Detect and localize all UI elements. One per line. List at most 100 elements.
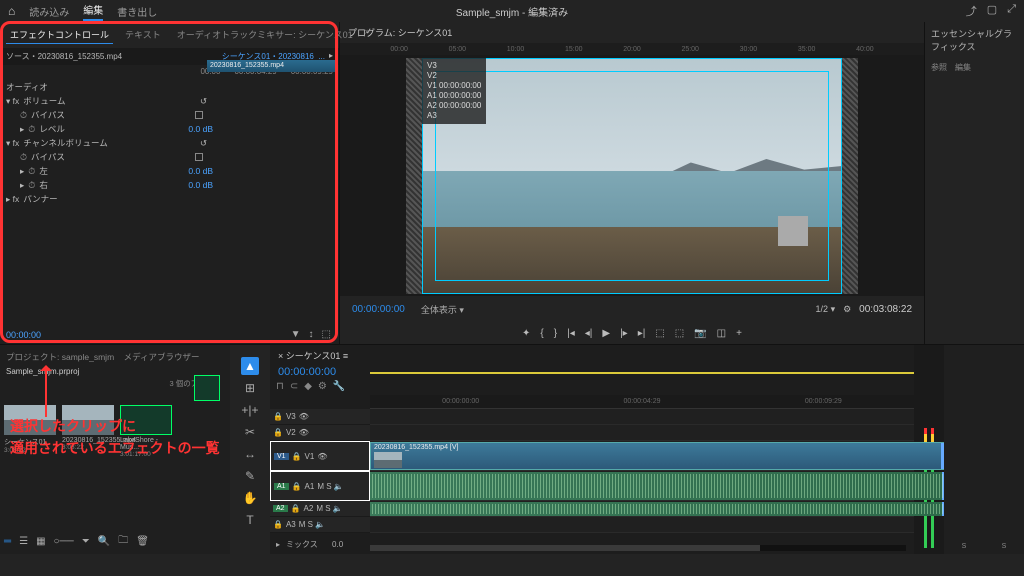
timeline-sequence-name[interactable]: × シーケンス01 ≡ bbox=[278, 349, 348, 362]
lane-v2[interactable] bbox=[370, 425, 914, 441]
linked-sel-icon[interactable]: ⊂ bbox=[290, 381, 298, 392]
mix-value[interactable]: 0.0 bbox=[332, 540, 343, 549]
annotation-text: 選択したクリップに 適用されているエフェクトの一覧 bbox=[10, 415, 220, 460]
track-head-v2[interactable]: 🔒 V2 👁 bbox=[270, 425, 370, 441]
pen-tool-icon[interactable]: ✎ bbox=[241, 467, 259, 485]
fullscreen-icon[interactable]: ⤢ bbox=[1007, 3, 1016, 19]
audio-clip-a2[interactable] bbox=[370, 502, 950, 516]
freeform-icon[interactable]: ▦ bbox=[36, 536, 45, 547]
settings-icon[interactable]: ⚙ bbox=[843, 304, 851, 315]
new-item-icon[interactable]: ═ bbox=[4, 536, 11, 547]
workspace-export[interactable]: 書き出し bbox=[117, 4, 157, 19]
ripple-tool-icon[interactable]: +|+ bbox=[241, 401, 259, 419]
list-view-icon[interactable]: ☰ bbox=[19, 536, 28, 547]
subtab-edit[interactable]: 編集 bbox=[955, 62, 971, 73]
tab-effect-controls[interactable]: エフェクトコントロール bbox=[6, 26, 113, 44]
type-tool-icon[interactable]: T bbox=[241, 511, 259, 529]
timeline-ruler[interactable]: 00:00:00:0000:00:04:2900:00:09:29 bbox=[370, 395, 914, 409]
snap-icon[interactable]: ⊓ bbox=[276, 381, 284, 392]
timeline-playhead-tc[interactable]: 00:00:00:00 bbox=[278, 366, 336, 378]
home-icon[interactable]: ⌂ bbox=[8, 4, 15, 18]
chanvol-bypass[interactable]: ⏱バイパス bbox=[0, 150, 339, 164]
comparison-icon[interactable]: ◫ bbox=[717, 328, 726, 339]
lane-a3[interactable] bbox=[370, 517, 914, 533]
solo-right[interactable]: S bbox=[1002, 543, 1007, 550]
mark-in-icon[interactable]: { bbox=[540, 328, 543, 339]
lane-v1[interactable]: 20230816_152355.mp4 [V] bbox=[370, 441, 914, 471]
work-area-bar[interactable] bbox=[370, 372, 914, 374]
workspace-import[interactable]: 読み込み bbox=[29, 4, 69, 19]
play-icon[interactable]: ▶ bbox=[602, 328, 610, 339]
sort-icon[interactable]: ⏷ bbox=[82, 536, 90, 547]
export-frame-icon[interactable]: 📷 bbox=[694, 328, 706, 339]
zoom-slider[interactable]: ○── bbox=[54, 536, 74, 547]
hand-tool-icon[interactable]: ✋ bbox=[241, 489, 259, 507]
workspace-icon[interactable]: ▢ bbox=[987, 3, 997, 19]
tab-program-monitor[interactable]: プログラム: シーケンス01 bbox=[348, 28, 452, 38]
volume-bypass[interactable]: ⏱バイパス bbox=[0, 108, 339, 122]
program-ruler[interactable]: 00:0005:0010:0015:0020:0025:0030:0035:00… bbox=[340, 43, 924, 55]
volume-level[interactable]: ▸ ⏱レベル0.0 dB bbox=[0, 122, 339, 136]
effect-panner[interactable]: ▸ fx パンナー bbox=[0, 192, 339, 206]
lane-a1[interactable] bbox=[370, 471, 914, 501]
step-back-icon[interactable]: ◂| bbox=[585, 328, 593, 339]
audio-dropzone-icon[interactable] bbox=[194, 375, 220, 401]
track-head-a3[interactable]: 🔒 A3 M S 🔈 bbox=[270, 517, 370, 533]
effect-channel-volume[interactable]: ▾ fx チャンネルボリューム↺ bbox=[0, 136, 339, 150]
audio-clip-a1[interactable] bbox=[370, 472, 950, 500]
tab-essential-graphics[interactable]: エッセンシャルグラフィックス bbox=[925, 22, 1024, 58]
slip-tool-icon[interactable]: ↔ bbox=[241, 445, 259, 463]
program-monitor-canvas[interactable]: V3V2V1 00:00:00:00A1 00:00:00:00A2 00:00… bbox=[422, 58, 842, 294]
export-icon[interactable]: ⬚ bbox=[322, 329, 331, 340]
lift-icon[interactable]: ⬚ bbox=[655, 328, 664, 339]
panel-menu-icon[interactable]: » bbox=[365, 26, 370, 44]
effect-volume[interactable]: ▾ fx ボリューム↺ bbox=[0, 94, 339, 108]
track-head-a2[interactable]: A2 🔒 A2 M S 🔈 bbox=[270, 501, 370, 517]
tab-text[interactable]: テキスト bbox=[121, 26, 165, 44]
subtab-browse[interactable]: 参照 bbox=[931, 62, 947, 73]
mark-out-icon[interactable]: } bbox=[554, 328, 557, 339]
add-marker-icon[interactable]: ✦ bbox=[522, 328, 530, 339]
search-icon[interactable]: 🔍 bbox=[98, 536, 110, 547]
step-fwd-icon[interactable]: |▸ bbox=[620, 328, 628, 339]
chanvol-right[interactable]: ▸ ⏱右0.0 dB bbox=[0, 178, 339, 192]
solo-left[interactable]: S bbox=[962, 543, 967, 550]
go-in-icon[interactable]: |◂ bbox=[567, 328, 575, 339]
track-head-v1[interactable]: V1 🔒 V1 👁 bbox=[270, 441, 370, 471]
settings-icon[interactable]: ⚙ bbox=[318, 381, 327, 392]
chanvol-left[interactable]: ▸ ⏱左0.0 dB bbox=[0, 164, 339, 178]
sort-icon[interactable]: ↕ bbox=[309, 329, 314, 340]
resolution-dropdown[interactable]: 1/2 ▾ bbox=[816, 304, 836, 315]
extract-icon[interactable]: ⬚ bbox=[675, 328, 684, 339]
plus-icon[interactable]: + bbox=[736, 328, 742, 339]
tab-media-browser[interactable]: メディアブラウザー bbox=[124, 352, 200, 362]
track-select-tool-icon[interactable]: ⊞ bbox=[241, 379, 259, 397]
effect-panel-timecode[interactable]: 00:00:00 bbox=[6, 330, 41, 340]
program-current-tc[interactable]: 00:00:00:00 bbox=[352, 304, 405, 315]
video-clip[interactable]: 20230816_152355.mp4 [V] bbox=[370, 442, 950, 470]
sequence-strip[interactable]: 20230816_152355.mp4 bbox=[207, 60, 335, 72]
filter-icon[interactable]: ▼ bbox=[291, 329, 301, 340]
selection-tool-icon[interactable]: ▲ bbox=[241, 357, 259, 375]
new-bin-icon[interactable]: 🗀 bbox=[118, 533, 128, 550]
section-audio: オーディオ bbox=[0, 80, 339, 94]
track-overlay: V3V2V1 00:00:00:00A1 00:00:00:00A2 00:00… bbox=[422, 58, 486, 124]
marker-icon[interactable]: ◆ bbox=[304, 381, 312, 392]
track-head-a1[interactable]: A1 🔒 A1 M S 🔈 bbox=[270, 471, 370, 501]
wrench-icon[interactable]: 🔧 bbox=[333, 381, 345, 392]
go-out-icon[interactable]: ▸| bbox=[638, 328, 646, 339]
timeline-scrollbar[interactable] bbox=[370, 545, 906, 551]
razor-tool-icon[interactable]: ✂ bbox=[241, 423, 259, 441]
audio-panel: S S bbox=[944, 345, 1024, 554]
share-icon[interactable]: ⤴ bbox=[966, 3, 977, 19]
tab-audio-mixer[interactable]: オーディオトラックミキサー: シーケンス01 bbox=[173, 26, 357, 44]
lane-a2[interactable] bbox=[370, 501, 914, 517]
source-clip-name: ソース・20230816_152355.mp4 bbox=[6, 51, 222, 62]
zoom-fit-dropdown[interactable]: 全体表示 ▾ bbox=[421, 303, 464, 316]
track-head-v3[interactable]: 🔒 V3 👁 bbox=[270, 409, 370, 425]
workspace-edit[interactable]: 編集 bbox=[83, 2, 103, 21]
trash-icon[interactable]: 🗑 bbox=[136, 536, 149, 547]
item-count: 3 個のアイテム bbox=[4, 378, 226, 389]
tab-project[interactable]: プロジェクト: sample_smjm bbox=[6, 352, 114, 362]
lane-v3[interactable] bbox=[370, 409, 914, 425]
